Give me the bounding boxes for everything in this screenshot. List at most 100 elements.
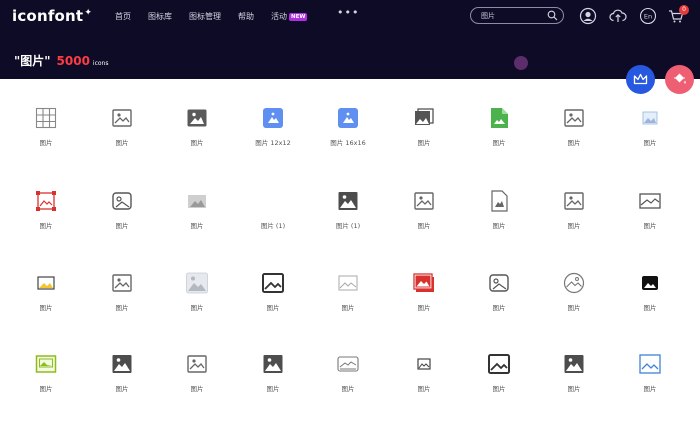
icon-card[interactable]: 图片 <box>536 190 612 250</box>
icon-card[interactable]: 图片 <box>461 272 537 332</box>
nav-help[interactable]: 帮助 <box>238 11 254 22</box>
user-avatar-icon[interactable] <box>579 7 597 25</box>
icon-card[interactable]: 图片 <box>461 107 537 167</box>
icon-card[interactable]: 图片 <box>536 272 612 332</box>
icon-card-label: 图片 <box>643 385 657 393</box>
icon-card[interactable]: 图片 <box>386 107 462 167</box>
icon-card[interactable]: 图片 <box>386 190 462 250</box>
icon-card[interactable]: 图片 (1) <box>235 190 311 250</box>
image-yellow-icon <box>37 276 55 290</box>
more-menu-button[interactable]: ••• <box>337 6 359 19</box>
icon-card-label: 图片 <box>266 304 280 312</box>
decorative-dot <box>514 56 528 70</box>
icon-card-label: 图片 <box>567 385 581 393</box>
icon-card-label: 图片 <box>190 222 204 230</box>
icon-card[interactable]: 图片 <box>461 353 537 413</box>
upload-cloud-icon[interactable] <box>609 7 627 25</box>
image-outline-icon <box>112 274 132 292</box>
icon-card[interactable]: 图片 (1) <box>310 190 386 250</box>
icon-card[interactable]: 图片 12x12 <box>235 107 311 167</box>
icon-card[interactable]: 图片 <box>8 272 84 332</box>
icon-card[interactable]: 图片 <box>84 107 160 167</box>
image-file-icon <box>491 190 508 212</box>
icon-card[interactable]: 图片 <box>612 190 688 250</box>
images-red-stack-icon <box>413 273 434 292</box>
icon-card[interactable]: 图片 <box>8 353 84 413</box>
nav-icon-management[interactable]: 图标管理 <box>189 11 221 22</box>
image-rounded-outline-icon <box>112 192 132 210</box>
blank-icon <box>262 190 284 212</box>
nav-events-label: 活动 <box>271 12 287 21</box>
icon-card[interactable]: 图片 <box>159 107 235 167</box>
search-query: "图片" <box>14 54 51 68</box>
icon-card[interactable]: 图片 16x16 <box>310 107 386 167</box>
icon-card-label: 图片 <box>492 139 506 147</box>
icon-card[interactable]: 图片 <box>612 107 688 167</box>
nav-home[interactable]: 首页 <box>115 11 131 22</box>
icon-card-label: 图片 <box>266 385 280 393</box>
icon-card-label: 图片 <box>190 139 204 147</box>
icon-card[interactable]: 图片 <box>235 353 311 413</box>
icon-card[interactable]: 图片 <box>386 353 462 413</box>
icon-card-label: 图片 <box>39 385 53 393</box>
icon-card-label: 图片 <box>190 385 204 393</box>
icon-card-label: 图片 <box>492 385 506 393</box>
image-filled-icon <box>187 109 207 127</box>
icon-card[interactable]: 图片 <box>8 190 84 250</box>
icon-card-label: 图片 (1) <box>260 222 286 230</box>
icon-card[interactable]: 图片 <box>84 190 160 250</box>
icon-card-label: 图片 <box>39 139 53 147</box>
icon-card[interactable]: 图片 <box>612 353 688 413</box>
image-wide-outline-icon <box>639 193 661 209</box>
icon-card-label: 图片 <box>115 385 129 393</box>
icon-card[interactable]: 图片 <box>159 190 235 250</box>
icon-card-label: 图片 <box>190 304 204 312</box>
icon-card[interactable]: 图片 <box>536 107 612 167</box>
icon-card-label: 图片 <box>115 304 129 312</box>
image-rounded-outline-icon <box>489 274 509 292</box>
icon-card[interactable]: 图片 <box>461 190 537 250</box>
image-dark-filled-icon <box>564 355 584 373</box>
icon-card-label: 图片 <box>417 304 431 312</box>
icon-card[interactable]: 图片 <box>235 272 311 332</box>
icon-card[interactable]: 图片 <box>159 272 235 332</box>
image-gray-filled-icon <box>188 195 206 208</box>
icon-card-label: 图片 <box>341 304 355 312</box>
image-black-filled-icon <box>642 276 658 290</box>
image-thin-outline-icon <box>338 275 358 291</box>
image-file-green-icon <box>491 108 508 128</box>
icon-card[interactable]: 图片 <box>8 107 84 167</box>
result-count: 5000 <box>56 54 90 68</box>
search-icon[interactable] <box>547 10 558 21</box>
icon-card[interactable]: 图片 <box>84 353 160 413</box>
icon-card[interactable]: 图片 <box>84 272 160 332</box>
icon-card[interactable]: 图片 <box>310 353 386 413</box>
iconfont-logo[interactable]: iconfont✦ <box>12 7 92 25</box>
icon-card[interactable]: 图片 <box>536 353 612 413</box>
nav-events[interactable]: 活动 NEW <box>271 11 308 22</box>
result-count-unit: icons <box>92 60 109 67</box>
nav-icon-library[interactable]: 图标库 <box>148 11 172 22</box>
icon-card[interactable]: 图片 <box>310 272 386 332</box>
image-gray-large-icon <box>186 272 208 294</box>
image-red-frame-icon <box>36 191 56 211</box>
new-badge: NEW <box>289 13 308 21</box>
search-input[interactable] <box>481 10 541 22</box>
icon-card-label: 图片 <box>417 222 431 230</box>
image-circle-icon <box>563 272 585 294</box>
top-navigation-bar: iconfont✦ 首页 图标库 图标管理 帮助 活动NEW ••• En 0 … <box>0 0 700 79</box>
icon-card[interactable]: 图片 <box>386 272 462 332</box>
icon-card-label: 图片 <box>115 222 129 230</box>
image-outline-icon <box>564 192 584 210</box>
language-label: En <box>644 13 652 21</box>
language-icon[interactable]: En <box>639 7 657 25</box>
cart-count-badge: 0 <box>679 5 689 15</box>
icon-card[interactable]: 图片 <box>612 272 688 332</box>
icon-card[interactable]: 图片 <box>159 353 235 413</box>
image-light-blue-icon <box>642 111 658 125</box>
main-nav: 首页 图标库 图标管理 帮助 活动 NEW <box>115 11 324 22</box>
image-outline-icon <box>187 355 207 373</box>
icon-card-label: 图片 <box>643 304 657 312</box>
icon-card-label: 图片 <box>39 304 53 312</box>
image-blue-outline-icon <box>639 354 661 374</box>
